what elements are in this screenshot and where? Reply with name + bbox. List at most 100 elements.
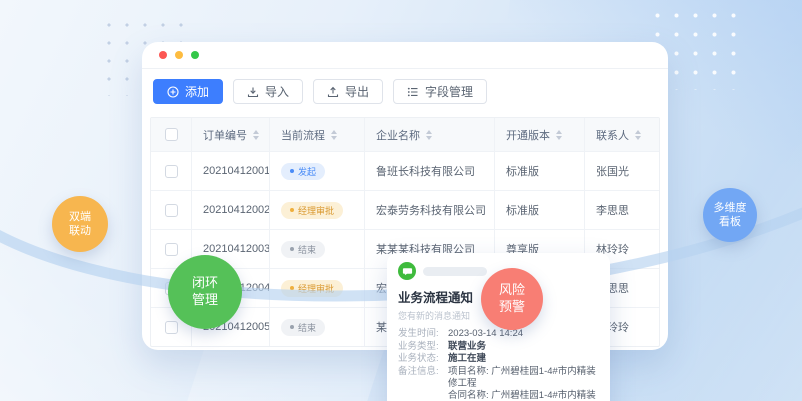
status-badge-label: 结束 (298, 243, 316, 256)
select-all-checkbox[interactable] (165, 128, 178, 141)
column-header[interactable]: 企业名称 (364, 118, 494, 151)
toolbar: 添加 导入 导出 字段管理 (142, 69, 668, 104)
badge-closed-loop: 闭环 管理 (168, 255, 242, 329)
status-badge: 发起 (281, 163, 325, 180)
row-checkbox[interactable] (165, 321, 178, 334)
notification-fields: 发生时间:2023-03-14 14:24业务类型:联营业务业务状态:施工在建 (398, 328, 599, 366)
status-cell: 发起 (269, 152, 364, 190)
company-cell: 鲁班长科技有限公司 (364, 152, 494, 190)
remark-line: 项目名称: 广州碧桂园1-4#市内精装修工程 (448, 366, 599, 390)
status-badge-label: 发起 (298, 165, 316, 178)
contact-cell: 张国光 (584, 152, 659, 190)
order-number-cell-text: 20210412001 (203, 165, 269, 177)
company-cell-text: 宏泰劳务科技有限公司 (376, 202, 486, 218)
status-cell: 结束 (269, 230, 364, 268)
remark-line: 合同名称: 广州碧桂园1-4#市内精装修工程龙骨采购合同 (448, 390, 599, 401)
sort-icon[interactable] (635, 130, 641, 140)
window-maximize-dot[interactable] (191, 51, 199, 59)
status-badge-label: 结束 (298, 321, 316, 334)
status-cell: 结束 (269, 308, 364, 346)
remark-lines: 项目名称: 广州碧桂园1-4#市内精装修工程合同名称: 广州碧桂园1-4#市内精… (448, 366, 599, 401)
contact-cell-text: 张国光 (596, 163, 629, 179)
column-header[interactable]: 联系人 (584, 118, 659, 151)
notification-field: 发生时间:2023-03-14 14:24 (398, 328, 599, 341)
status-badge: 结束 (281, 241, 325, 258)
status-cell: 经理审批 (269, 191, 364, 229)
badge-dual-linkage: 双端 联动 (52, 196, 108, 252)
field-label: 发生时间: (398, 328, 448, 341)
add-button[interactable]: 添加 (153, 79, 223, 104)
column-header[interactable]: 开通版本 (494, 118, 584, 151)
redacted-sender-bar (423, 267, 487, 276)
badge-line: 多维度 (714, 201, 747, 215)
field-value: 施工在建 (448, 353, 486, 366)
notification-field: 业务状态:施工在建 (398, 353, 599, 366)
sort-icon[interactable] (426, 130, 432, 140)
notification-remark: 备注信息: 项目名称: 广州碧桂园1-4#市内精装修工程合同名称: 广州碧桂园1… (398, 366, 599, 401)
status-badge: 经理审批 (281, 202, 343, 219)
order-number-cell-text: 20210412003 (203, 243, 269, 255)
column-header[interactable]: 当前流程 (269, 118, 364, 151)
wechat-chat-icon (398, 262, 416, 280)
column-header-label: 企业名称 (376, 127, 420, 143)
sort-icon[interactable] (331, 130, 337, 140)
badge-line: 看板 (719, 215, 741, 229)
row-checkbox[interactable] (165, 243, 178, 256)
plus-circle-icon (167, 86, 179, 98)
window-minimize-dot[interactable] (175, 51, 183, 59)
order-number-cell: 20210412001 (191, 152, 269, 190)
order-number-cell: 20210412002 (191, 191, 269, 229)
badge-risk-alert: 风险 预警 (481, 268, 543, 330)
status-cell: 经理审批 (269, 269, 364, 307)
table-header: 订单编号 当前流程 企业名称 开通版本 联系人 (151, 118, 659, 151)
field-value: 联营业务 (448, 341, 486, 354)
badge-multidim-board: 多维度 看板 (703, 188, 757, 242)
sort-icon[interactable] (253, 130, 259, 140)
version-cell-text: 标准版 (506, 202, 539, 218)
status-badge: 结束 (281, 319, 325, 336)
badge-line: 联动 (69, 224, 91, 238)
version-cell-text: 标准版 (506, 163, 539, 179)
column-header-label: 当前流程 (281, 127, 325, 143)
column-header-label: 联系人 (596, 127, 629, 143)
notification-field: 业务类型:联营业务 (398, 341, 599, 354)
row-checkbox[interactable] (165, 165, 178, 178)
field-manage-button-label: 字段管理 (425, 83, 473, 100)
order-number-cell-text: 20210412002 (203, 204, 269, 216)
column-header[interactable]: 订单编号 (191, 118, 269, 151)
version-cell: 标准版 (494, 191, 584, 229)
field-manage-button[interactable]: 字段管理 (393, 79, 487, 104)
field-label: 业务状态: (398, 353, 448, 366)
export-button-label: 导出 (345, 83, 369, 100)
table-row: 20210412001 发起 鲁班长科技有限公司 标准版 张国光 (151, 151, 659, 190)
sort-icon[interactable] (556, 130, 562, 140)
company-cell: 宏泰劳务科技有限公司 (364, 191, 494, 229)
window-close-dot[interactable] (159, 51, 167, 59)
marketing-scene: 添加 导入 导出 字段管理 订单编号当前流程企 (0, 0, 802, 401)
status-badge-label: 经理审批 (298, 204, 334, 217)
list-settings-icon (407, 86, 419, 98)
status-badge-label: 经理审批 (298, 282, 334, 295)
company-cell-text: 鲁班长科技有限公司 (376, 163, 475, 179)
contact-cell-text: 李思思 (596, 202, 629, 218)
column-header-label: 开通版本 (506, 127, 550, 143)
window-titlebar (142, 42, 668, 69)
badge-line: 预警 (499, 299, 525, 316)
import-button[interactable]: 导入 (233, 79, 303, 104)
download-icon (247, 86, 259, 98)
table-row: 20210412002 经理审批 宏泰劳务科技有限公司 标准版 李思思 (151, 190, 659, 229)
badge-line: 风险 (499, 282, 525, 299)
badge-line: 闭环 (192, 275, 218, 292)
add-button-label: 添加 (185, 83, 209, 100)
import-button-label: 导入 (265, 83, 289, 100)
remark-label: 备注信息: (398, 366, 448, 401)
export-button[interactable]: 导出 (313, 79, 383, 104)
column-header-label: 订单编号 (203, 127, 247, 143)
row-checkbox[interactable] (165, 204, 178, 217)
status-badge: 经理审批 (281, 280, 343, 297)
field-label: 业务类型: (398, 341, 448, 354)
badge-line: 管理 (192, 292, 218, 309)
badge-line: 双端 (69, 210, 91, 224)
contact-cell: 李思思 (584, 191, 659, 229)
upload-icon (327, 86, 339, 98)
